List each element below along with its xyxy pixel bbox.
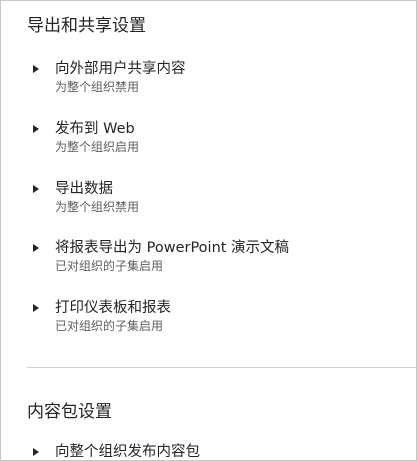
chevron-right-icon[interactable]: [33, 185, 39, 193]
setting-status: 为整个组织禁用: [55, 80, 140, 94]
setting-status: 已对组织的子集启用: [55, 259, 164, 273]
setting-name: 打印仪表板和报表: [55, 300, 171, 316]
section-divider: [27, 367, 416, 368]
setting-share-external-users[interactable]: 向外部用户共享内容 为整个组织禁用: [33, 60, 416, 100]
setting-publish-content-packs[interactable]: 向整个组织发布内容包: [33, 443, 416, 460]
chevron-right-icon[interactable]: [33, 448, 39, 456]
setting-print-dashboards[interactable]: 打印仪表板和报表 已对组织的子集启用: [33, 299, 416, 339]
chevron-right-icon[interactable]: [33, 244, 39, 252]
setting-status: 已对组织的子集启用: [55, 319, 164, 333]
chevron-right-icon[interactable]: [33, 65, 39, 73]
setting-name: 向外部用户共享内容: [55, 61, 186, 77]
tenant-settings-panel: 导出和共享设置 向外部用户共享内容 为整个组织禁用 发布到 Web 为整个组织启…: [0, 0, 417, 461]
setting-name: 发布到 Web: [55, 121, 135, 137]
chevron-right-icon[interactable]: [33, 304, 39, 312]
setting-name: 向整个组织发布内容包: [55, 444, 200, 460]
setting-status: 为整个组织禁用: [55, 200, 140, 214]
setting-publish-to-web[interactable]: 发布到 Web 为整个组织启用: [33, 120, 416, 160]
export-sharing-section-title: 导出和共享设置: [27, 16, 146, 36]
setting-name: 导出数据: [55, 181, 113, 197]
setting-status: 为整个组织启用: [55, 140, 140, 154]
setting-export-data[interactable]: 导出数据 为整个组织禁用: [33, 180, 416, 220]
content-pack-section-title: 内容包设置: [27, 402, 112, 422]
chevron-right-icon[interactable]: [33, 125, 39, 133]
setting-export-powerpoint[interactable]: 将报表导出为 PowerPoint 演示文稿 已对组织的子集启用: [33, 239, 416, 279]
setting-name: 将报表导出为 PowerPoint 演示文稿: [55, 240, 290, 256]
